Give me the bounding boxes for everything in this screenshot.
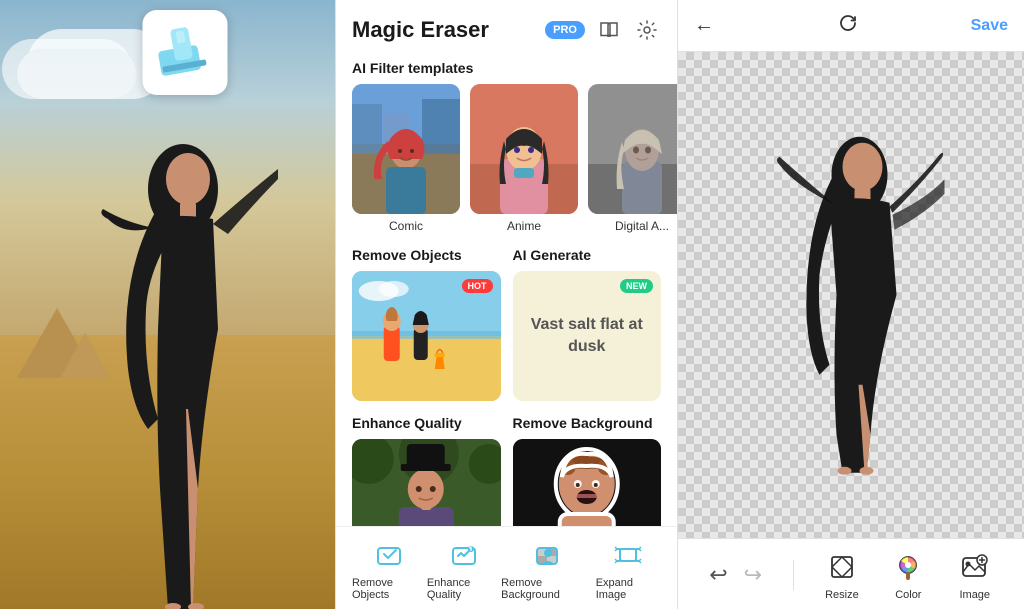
filter-label-digital: Digital A...	[588, 219, 677, 233]
remove-objects-col: Remove Objects HOT	[352, 247, 501, 401]
remove-objects-icon	[371, 537, 407, 573]
enhance-quality-icon	[446, 537, 482, 573]
remove-objects-label: Remove Objects	[352, 577, 427, 601]
bottom-toolbar: Remove Objects Enhance Quality	[336, 526, 677, 609]
undo-redo-group: ↩ ↪	[709, 562, 762, 588]
ai-filter-section-title: AI Filter templates	[336, 54, 677, 84]
color-icon	[890, 549, 926, 585]
resize-icon	[824, 549, 860, 585]
ai-generate-title: AI Generate	[513, 247, 662, 271]
right-bottom-bar: ↩ ↪ Resize	[678, 538, 1024, 609]
resize-label: Resize	[825, 589, 859, 601]
image-label: Image	[959, 589, 990, 601]
right-canvas	[678, 52, 1024, 538]
filter-thumb-digital	[588, 84, 677, 214]
enhance-quality-label: Enhance Quality	[427, 577, 501, 601]
redo-button[interactable]: ↪	[744, 562, 762, 588]
toolbar-remove-background[interactable]: Remove Background	[501, 537, 596, 601]
remove-background-icon	[530, 537, 566, 573]
pro-badge[interactable]: PRO	[545, 21, 585, 39]
back-button[interactable]: ←	[694, 14, 714, 37]
remove-background-label: Remove Background	[501, 577, 596, 601]
filter-thumb-comic	[352, 84, 460, 214]
left-panel	[0, 0, 335, 609]
header-icons	[595, 16, 661, 44]
undo-button[interactable]: ↩	[709, 562, 727, 588]
hot-badge: HOT	[462, 279, 493, 293]
remove-background-title: Remove Background	[513, 415, 662, 439]
toolbar-remove-objects[interactable]: Remove Objects	[352, 537, 427, 601]
filter-item-digital[interactable]: Digital A...	[588, 84, 677, 233]
filter-item-anime[interactable]: Anime	[470, 84, 578, 233]
enhance-quality-title: Enhance Quality	[352, 415, 501, 439]
filter-label-anime: Anime	[470, 219, 578, 233]
remove-and-generate-row: Remove Objects HOT	[336, 247, 677, 415]
expand-image-label: Expand Image	[596, 577, 661, 601]
app-icon	[142, 10, 227, 95]
resize-tool[interactable]: Resize	[824, 549, 860, 601]
settings-icon-button[interactable]	[633, 16, 661, 44]
middle-panel: Magic Eraser PRO AI Filter templates	[335, 0, 678, 609]
filter-label-comic: Comic	[352, 219, 460, 233]
expand-image-icon	[610, 537, 646, 573]
middle-header: Magic Eraser PRO	[336, 0, 677, 54]
ai-generate-prompt: Vast salt flat at dusk	[513, 314, 662, 359]
right-separator	[793, 560, 794, 590]
save-button[interactable]: Save	[971, 17, 1008, 35]
toolbar-expand-image[interactable]: Expand Image	[596, 537, 661, 601]
image-icon	[957, 549, 993, 585]
remove-objects-title: Remove Objects	[352, 247, 501, 271]
ai-filter-scroll[interactable]: Comic	[336, 84, 677, 247]
ai-generate-col: AI Generate NEW Vast salt flat at dusk	[513, 247, 662, 401]
cutout-figure	[775, 95, 945, 480]
app-title: Magic Eraser	[352, 17, 535, 43]
right-panel-header: ← Save	[678, 0, 1024, 52]
color-tool[interactable]: Color	[890, 549, 926, 601]
image-tool[interactable]: Image	[957, 549, 993, 601]
book-icon-button[interactable]	[595, 16, 623, 44]
filter-item-comic[interactable]: Comic	[352, 84, 460, 233]
new-badge: NEW	[620, 279, 653, 293]
right-panel: ← Save	[678, 0, 1024, 609]
person-figure	[78, 69, 278, 609]
remove-objects-thumb[interactable]: HOT	[352, 271, 501, 401]
color-label: Color	[895, 589, 921, 601]
refresh-button[interactable]	[726, 12, 971, 39]
toolbar-enhance-quality[interactable]: Enhance Quality	[427, 537, 501, 601]
filter-thumb-anime	[470, 84, 578, 214]
ai-generate-thumb[interactable]: NEW Vast salt flat at dusk	[513, 271, 662, 401]
